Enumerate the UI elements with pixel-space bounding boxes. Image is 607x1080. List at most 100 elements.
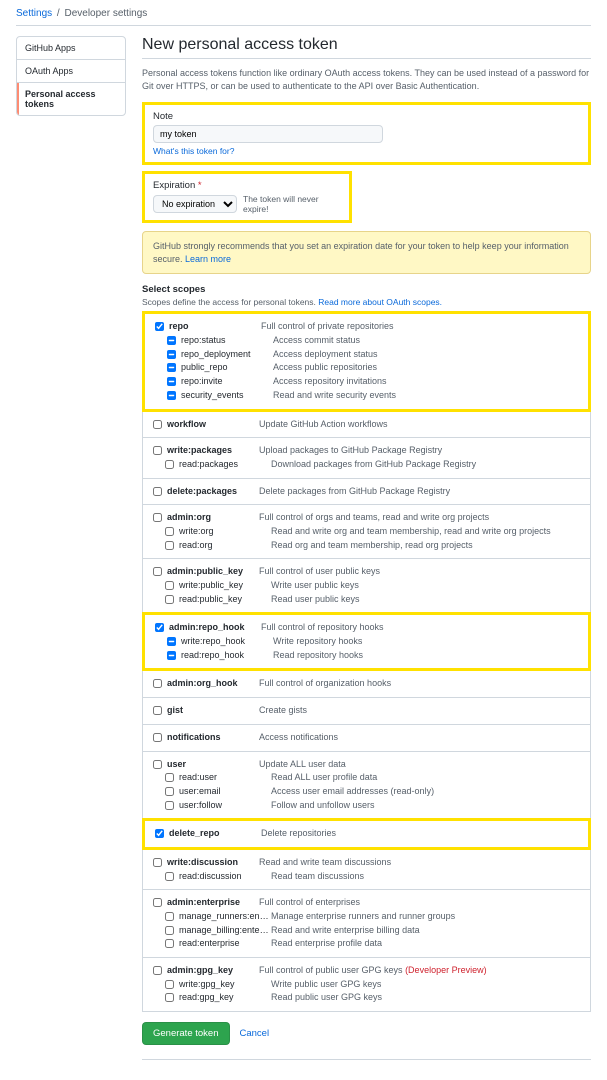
- footer-divider: [142, 1059, 591, 1060]
- scope-checkbox-security-events[interactable]: [167, 391, 176, 400]
- scopes-description: Scopes define the access for personal to…: [142, 297, 591, 307]
- generate-token-button[interactable]: Generate token: [142, 1022, 230, 1045]
- scope-name: read:user: [179, 772, 271, 784]
- scope-row-write-repo-hook: write:repo_hookWrite repository hooks: [155, 635, 578, 649]
- scope-row-read-packages: read:packagesDownload packages from GitH…: [153, 458, 580, 472]
- scope-desc: Full control of private repositories: [261, 321, 578, 333]
- scope-checkbox-repo[interactable]: [155, 322, 164, 331]
- expiration-select[interactable]: No expiration: [153, 195, 237, 213]
- scope-name: read:gpg_key: [179, 992, 271, 1004]
- cancel-link[interactable]: Cancel: [240, 1028, 270, 1039]
- scopes-heading: Select scopes: [142, 284, 591, 295]
- scope-checkbox-admin-org-hook[interactable]: [153, 679, 162, 688]
- scope-row-write-packages: write:packagesUpload packages to GitHub …: [153, 444, 580, 458]
- scope-group: delete_repoDelete repositories: [142, 818, 591, 850]
- breadcrumb-settings-link[interactable]: Settings: [16, 8, 52, 19]
- scope-desc: Read org and team membership, read org p…: [271, 540, 580, 552]
- scope-checkbox-read-gpg-key[interactable]: [165, 993, 174, 1002]
- scope-name: write:discussion: [167, 857, 259, 869]
- scope-desc: Update ALL user data: [259, 759, 580, 771]
- scope-checkbox-delete-repo[interactable]: [155, 829, 164, 838]
- note-input[interactable]: [153, 125, 383, 143]
- scope-checkbox-read-packages[interactable]: [165, 460, 174, 469]
- scope-checkbox-user[interactable]: [153, 760, 162, 769]
- scope-name: read:enterprise: [179, 938, 271, 950]
- scope-checkbox-write-public-key[interactable]: [165, 581, 174, 590]
- scope-row-admin-enterprise: admin:enterpriseFull control of enterpri…: [153, 896, 580, 910]
- sidebar-item-github-apps[interactable]: GitHub Apps: [17, 37, 125, 60]
- scope-checkbox-admin-repo-hook[interactable]: [155, 623, 164, 632]
- scopes-desc-link[interactable]: Read more about OAuth scopes.: [318, 297, 442, 307]
- scope-checkbox-repo-deployment[interactable]: [167, 350, 176, 359]
- scope-row-manage-runners-enterprise: manage_runners:enterpriseManage enterpri…: [153, 910, 580, 924]
- scope-group: admin:org_hookFull control of organizati…: [143, 671, 590, 697]
- scope-checkbox-read-user[interactable]: [165, 773, 174, 782]
- scope-group: repoFull control of private repositories…: [142, 311, 591, 411]
- scope-checkbox-repo-status[interactable]: [167, 336, 176, 345]
- scope-checkbox-manage-runners-enterprise[interactable]: [165, 912, 174, 921]
- scope-checkbox-user-email[interactable]: [165, 787, 174, 796]
- scope-row-workflow: workflowUpdate GitHub Action workflows: [153, 418, 580, 432]
- note-hint-link[interactable]: What's this token for?: [153, 146, 234, 156]
- page-title: New personal access token: [142, 36, 591, 54]
- scope-row-security-events: security_eventsRead and write security e…: [155, 389, 578, 403]
- scope-group: admin:enterpriseFull control of enterpri…: [143, 890, 590, 957]
- page-description: Personal access tokens function like ord…: [142, 67, 591, 92]
- scope-checkbox-delete-packages[interactable]: [153, 487, 162, 496]
- scope-row-user-follow: user:followFollow and unfollow users: [153, 799, 580, 813]
- sidebar-item-personal-access-tokens[interactable]: Personal access tokens: [17, 83, 125, 115]
- scope-name: user:email: [179, 786, 271, 798]
- scope-group: write:packagesUpload packages to GitHub …: [143, 438, 590, 477]
- scope-group: delete:packagesDelete packages from GitH…: [143, 479, 590, 505]
- scope-checkbox-read-enterprise[interactable]: [165, 939, 174, 948]
- scope-checkbox-read-org[interactable]: [165, 541, 174, 550]
- scope-checkbox-read-discussion[interactable]: [165, 872, 174, 881]
- scope-group: write:discussionRead and write team disc…: [143, 850, 590, 889]
- scope-checkbox-admin-public-key[interactable]: [153, 567, 162, 576]
- scope-checkbox-user-follow[interactable]: [165, 801, 174, 810]
- scope-name: admin:repo_hook: [169, 622, 261, 634]
- scope-checkbox-notifications[interactable]: [153, 733, 162, 742]
- scope-name: read:org: [179, 540, 271, 552]
- scope-row-read-public-key: read:public_keyRead user public keys: [153, 593, 580, 607]
- scope-row-user-email: user:emailAccess user email addresses (r…: [153, 785, 580, 799]
- scope-checkbox-read-repo-hook[interactable]: [167, 651, 176, 660]
- scope-desc: Full control of organization hooks: [259, 678, 580, 690]
- scope-checkbox-manage-billing-enterprise[interactable]: [165, 926, 174, 935]
- scope-checkbox-workflow[interactable]: [153, 420, 162, 429]
- scope-checkbox-write-discussion[interactable]: [153, 858, 162, 867]
- scope-desc: Download packages from GitHub Package Re…: [271, 459, 580, 471]
- scope-checkbox-gist[interactable]: [153, 706, 162, 715]
- scope-name: write:public_key: [179, 580, 271, 592]
- scope-name: delete:packages: [167, 486, 259, 498]
- scope-checkbox-read-public-key[interactable]: [165, 595, 174, 604]
- scope-desc: Create gists: [259, 705, 580, 717]
- scope-desc: Delete repositories: [261, 828, 578, 840]
- breadcrumb-separator: /: [57, 8, 60, 19]
- scope-checkbox-admin-gpg-key[interactable]: [153, 966, 162, 975]
- scope-checkbox-write-repo-hook[interactable]: [167, 637, 176, 646]
- scope-name: security_events: [181, 390, 273, 402]
- scope-desc: Read ALL user profile data: [271, 772, 580, 784]
- scope-desc: Read and write org and team membership, …: [271, 526, 580, 538]
- scope-checkbox-repo-invite[interactable]: [167, 377, 176, 386]
- scope-row-write-public-key: write:public_keyWrite user public keys: [153, 579, 580, 593]
- scope-name: repo:invite: [181, 376, 273, 388]
- sidebar: GitHub AppsOAuth AppsPersonal access tok…: [16, 36, 126, 1060]
- sidebar-item-oauth-apps[interactable]: OAuth Apps: [17, 60, 125, 83]
- scope-checkbox-admin-enterprise[interactable]: [153, 898, 162, 907]
- scope-checkbox-write-gpg-key[interactable]: [165, 980, 174, 989]
- scope-checkbox-admin-org[interactable]: [153, 513, 162, 522]
- scope-row-repo-status: repo:statusAccess commit status: [155, 334, 578, 348]
- scope-checkbox-public-repo[interactable]: [167, 363, 176, 372]
- scope-desc: Access repository invitations: [273, 376, 578, 388]
- scope-desc: Follow and unfollow users: [271, 800, 580, 812]
- scopes-container: repoFull control of private repositories…: [142, 311, 591, 1012]
- scope-desc: Write public user GPG keys: [271, 979, 580, 991]
- breadcrumb-current: Developer settings: [64, 8, 147, 19]
- scope-desc: Upload packages to GitHub Package Regist…: [259, 445, 580, 457]
- scope-row-manage-billing-enterprise: manage_billing:enterpriseRead and write …: [153, 924, 580, 938]
- scope-checkbox-write-org[interactable]: [165, 527, 174, 536]
- scope-checkbox-write-packages[interactable]: [153, 446, 162, 455]
- flash-learn-more-link[interactable]: Learn more: [185, 254, 231, 264]
